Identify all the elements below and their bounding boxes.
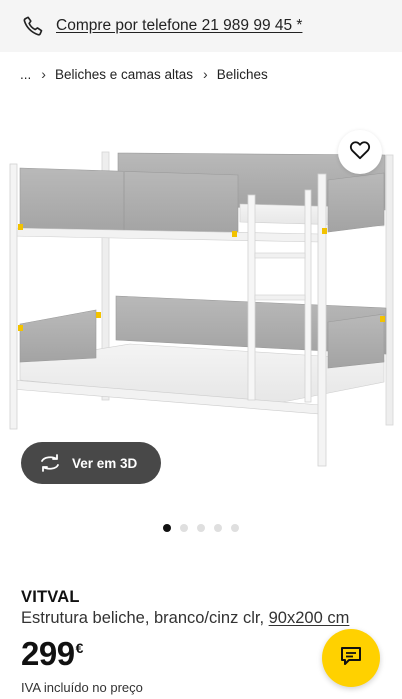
product-price: 299€ (21, 635, 83, 673)
vat-note: IVA incluído no preço (21, 680, 143, 695)
breadcrumb-item-bunk-beds[interactable]: Beliches (217, 67, 268, 82)
heart-icon (349, 140, 371, 165)
product-type: Estrutura beliche, branco/cinz clr, (21, 609, 269, 627)
phone-order-link[interactable]: Compre por telefone 21 989 99 45 * (56, 17, 302, 35)
chat-icon (339, 645, 363, 672)
gallery-dot-1[interactable] (163, 524, 171, 532)
chat-button[interactable] (322, 629, 380, 687)
product-size-link[interactable]: 90x200 cm (269, 609, 350, 627)
phone-icon (22, 15, 44, 37)
gallery-dot-3[interactable] (197, 524, 205, 532)
rotate-3d-icon (39, 454, 61, 472)
gallery-pagination (163, 524, 248, 532)
favourite-button[interactable] (338, 130, 382, 174)
chevron-right-icon: › (203, 66, 208, 82)
price-currency: € (75, 640, 84, 656)
product-description: Estrutura beliche, branco/cinz clr, 90x2… (21, 609, 349, 628)
breadcrumb: ... › Beliches e camas altas › Beliches (20, 66, 268, 82)
price-value: 299 (21, 635, 75, 672)
gallery-dot-4[interactable] (214, 524, 222, 532)
gallery-dot-5[interactable] (231, 524, 239, 532)
breadcrumb-ellipsis[interactable]: ... (20, 67, 31, 82)
breadcrumb-item-bunk-beds-loft-beds[interactable]: Beliches e camas altas (55, 67, 193, 82)
phone-order-bar[interactable]: Compre por telefone 21 989 99 45 * (0, 0, 402, 52)
gallery-dot-2[interactable] (180, 524, 188, 532)
view-3d-label: Ver em 3D (72, 455, 138, 471)
product-name: VITVAL (21, 588, 80, 606)
chevron-right-icon: › (41, 66, 46, 82)
view-3d-button[interactable]: Ver em 3D (21, 442, 161, 484)
